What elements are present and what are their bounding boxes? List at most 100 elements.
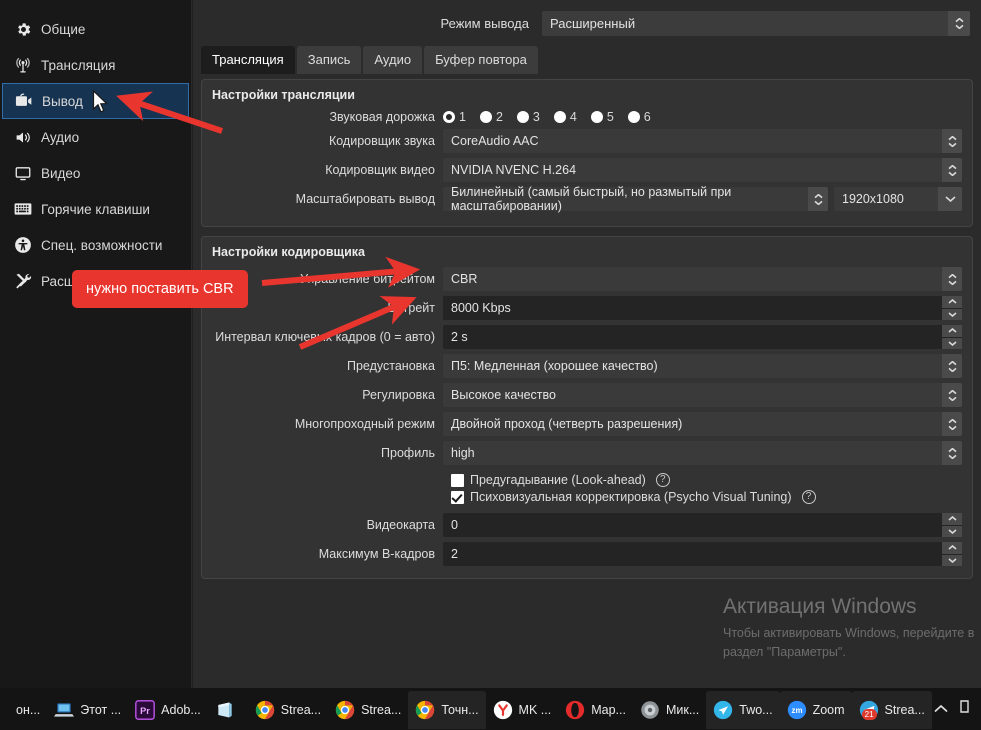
tab-stream[interactable]: Трансляция [201, 46, 295, 74]
max-bframes-input[interactable]: 2 [443, 542, 962, 566]
multipass-value: Двойной проход (четверть разрешения) [451, 417, 683, 431]
svg-text:Pr: Pr [140, 706, 150, 716]
taskbar-item-chrome-3[interactable]: Точн... [408, 691, 486, 729]
radio-track-5-label: 5 [606, 110, 614, 124]
taskbar-item-mic[interactable]: Мик... [633, 691, 706, 729]
sidebar-item-hotkeys[interactable]: Горячие клавиши [2, 191, 189, 227]
keyframe-interval-stepper[interactable] [942, 325, 962, 349]
audio-encoder-select[interactable]: CoreAudio AAC [443, 129, 962, 153]
rate-control-select[interactable]: CBR [443, 267, 962, 291]
radio-track-4-label: 4 [569, 110, 577, 124]
stepper-down-icon[interactable] [942, 554, 962, 566]
video-encoder-select[interactable]: NVIDIA NVENC H.264 [443, 158, 962, 182]
chevron-updown-icon[interactable] [942, 267, 962, 291]
keyboard-icon [14, 200, 32, 218]
accessibility-icon [14, 236, 32, 254]
twodo-icon [713, 700, 733, 720]
chevron-updown-icon[interactable] [942, 383, 962, 407]
gpu-stepper[interactable] [942, 513, 962, 537]
taskbar-item-this-pc[interactable]: Этот ... [47, 691, 128, 729]
tab-audio[interactable]: Аудио [363, 46, 423, 74]
bitrate-stepper[interactable] [942, 296, 962, 320]
bitrate-input[interactable]: 8000 Kbps [443, 296, 962, 320]
taskbar-item-premiere[interactable]: Pr Adob... [128, 691, 208, 729]
sidebar-item-audio[interactable]: Аудио [2, 119, 189, 155]
max-bframes-row: Максимум B-кадров 2 [212, 542, 962, 566]
radio-track-3[interactable] [516, 111, 529, 123]
taskbar-item-label: Мик... [665, 703, 700, 717]
taskbar-item-chrome-2[interactable]: Strea... [328, 691, 408, 729]
sidebar-item-general[interactable]: Общие [2, 11, 189, 47]
keyframe-interval-input[interactable]: 2 s [443, 325, 962, 349]
lookahead-label: Предугадывание (Look-ahead) [470, 473, 646, 487]
taskbar-item-label: Map... [591, 703, 626, 717]
sidebar-item-label: Трансляция [41, 57, 116, 73]
chevron-updown-icon[interactable] [942, 441, 962, 465]
taskbar-item-partial[interactable]: он... [0, 691, 47, 729]
psycho-visual-tuning-checkbox[interactable] [451, 490, 464, 504]
help-icon[interactable]: ? [801, 490, 816, 504]
audio-encoder-row: Кодировщик звука CoreAudio AAC [212, 129, 962, 153]
tab-recording[interactable]: Запись [296, 46, 362, 74]
stepper-down-icon[interactable] [942, 308, 962, 320]
stepper-up-icon[interactable] [942, 296, 962, 308]
lookahead-checkbox[interactable] [451, 473, 464, 487]
chevron-updown-icon[interactable] [942, 412, 962, 436]
sidebar-item-accessibility[interactable]: Спец. возможности [2, 227, 189, 263]
multipass-select[interactable]: Двойной проход (четверть разрешения) [443, 412, 962, 436]
mouse-cursor-icon [92, 90, 109, 113]
chevron-updown-icon[interactable] [942, 158, 962, 182]
onenote-icon [215, 700, 235, 720]
chevron-updown-icon[interactable] [948, 11, 970, 36]
taskbar-item-opera[interactable]: Map... [558, 691, 633, 729]
radio-track-4[interactable] [553, 111, 566, 123]
stepper-down-icon[interactable] [942, 525, 962, 537]
tuning-label: Регулировка [362, 388, 435, 402]
keyframe-interval-row: Интервал ключевых кадров (0 = авто) 2 s [212, 325, 962, 349]
stepper-up-icon[interactable] [942, 325, 962, 337]
taskbar-item-chrome-1[interactable]: Strea... [248, 691, 328, 729]
preset-select[interactable]: П5: Медленная (хорошее качество) [443, 354, 962, 378]
tab-label: Аудио [374, 52, 412, 67]
chevron-updown-icon[interactable] [942, 129, 962, 153]
tray-icon[interactable] [960, 700, 973, 718]
bitrate-row: Битрейт 8000 Kbps [212, 296, 962, 320]
windows-taskbar: он... Этот ... Pr Adob... Strea... Strea… [0, 688, 981, 730]
speaker-icon [14, 128, 32, 146]
chrome-icon [255, 700, 275, 720]
radio-track-6[interactable] [627, 111, 640, 123]
stepper-down-icon[interactable] [942, 337, 962, 349]
sidebar-item-label: Аудио [41, 129, 80, 145]
tuning-select[interactable]: Высокое качество [443, 383, 962, 407]
taskbar-item-zoom[interactable]: zm Zoom [779, 691, 852, 729]
output-mode-select[interactable]: Расширенный [542, 11, 970, 36]
taskbar-item-telegram[interactable]: 21 Strea... [851, 691, 932, 729]
radio-track-5[interactable] [590, 111, 603, 123]
profile-select[interactable]: high [443, 441, 962, 465]
taskbar-item-label: Strea... [361, 703, 402, 717]
radio-track-1[interactable] [443, 111, 455, 123]
watermark-title: Активация Windows [723, 595, 917, 618]
chevron-updown-icon[interactable] [808, 187, 828, 211]
rescale-resolution-select[interactable]: 1920x1080 [834, 187, 962, 211]
taskbar-item-onenote[interactable] [208, 691, 248, 729]
sidebar-item-stream[interactable]: Трансляция [2, 47, 189, 83]
tab-replay-buffer[interactable]: Буфер повтора [424, 46, 538, 74]
radio-track-2[interactable] [479, 111, 492, 123]
help-icon[interactable]: ? [655, 473, 670, 487]
taskbar-item-twodo[interactable]: Two... [706, 691, 780, 729]
stepper-up-icon[interactable] [942, 513, 962, 525]
sidebar-item-label: Спец. возможности [41, 237, 163, 253]
rescale-filter-select[interactable]: Билинейный (самый быстрый, но размытый п… [443, 185, 828, 213]
show-hidden-icons-button[interactable] [934, 700, 948, 718]
max-bframes-stepper[interactable] [942, 542, 962, 566]
stepper-up-icon[interactable] [942, 542, 962, 554]
gpu-row: Видеокарта 0 [212, 513, 962, 537]
rescale-resolution-value: 1920x1080 [842, 192, 904, 206]
taskbar-item-yandex[interactable]: MK ... [486, 691, 559, 729]
video-encoder-label: Кодировщик видео [325, 163, 435, 177]
gpu-input[interactable]: 0 [443, 513, 962, 537]
chevron-down-icon[interactable] [938, 187, 962, 211]
chevron-updown-icon[interactable] [942, 354, 962, 378]
sidebar-item-video[interactable]: Видео [2, 155, 189, 191]
